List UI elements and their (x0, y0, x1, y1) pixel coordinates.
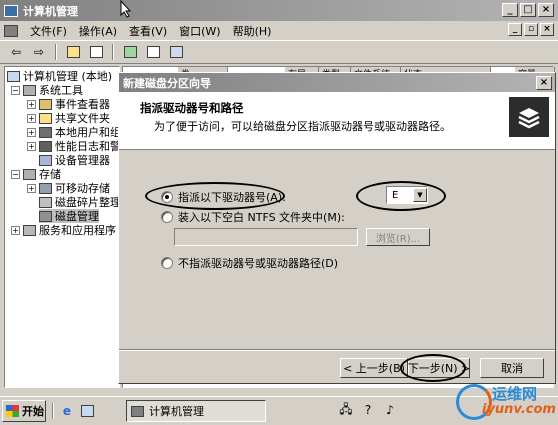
radio-indicator[interactable] (161, 191, 173, 203)
expand-toggle[interactable]: + (27, 127, 36, 137)
computer-icon (7, 70, 20, 82)
next-button[interactable]: 下一步(N) > (408, 358, 470, 378)
menu-view[interactable]: 查看(V) (123, 23, 173, 39)
menu-window[interactable]: 窗口(W) (173, 23, 226, 39)
device-manager-icon (39, 154, 52, 166)
start-label: 开始 (22, 405, 44, 418)
windows-flag-icon (6, 405, 19, 417)
drive-letter-value: E (392, 189, 399, 201)
internet-explorer-icon[interactable]: e (57, 402, 77, 420)
defrag-icon (39, 196, 52, 208)
shared-folder-icon (39, 112, 52, 124)
mmc-icon[interactable] (4, 24, 18, 37)
close-button[interactable]: × (538, 3, 554, 17)
menu-action[interactable]: 操作(A) (73, 23, 123, 39)
child-close-button[interactable]: × (540, 23, 554, 36)
start-button[interactable]: 开始 (2, 400, 46, 422)
toolbar-separator (112, 44, 114, 60)
storage-icon (23, 168, 36, 180)
computer-management-icon (131, 405, 144, 417)
back-arrow-icon[interactable]: ⇦ (6, 43, 26, 61)
help-icon[interactable] (166, 43, 186, 61)
removable-storage-icon (39, 182, 52, 194)
expand-toggle[interactable]: + (27, 99, 36, 109)
tree-storage[interactable]: − 存储 (11, 167, 61, 181)
chevron-down-icon[interactable]: ▼ (413, 188, 427, 202)
menu-bar: 文件(F) 操作(A) 查看(V) 窗口(W) 帮助(H) (0, 21, 558, 40)
menu-file[interactable]: 文件(F) (24, 23, 73, 39)
collapse-toggle[interactable]: − (11, 169, 20, 179)
mouse-cursor-icon (120, 0, 132, 18)
taskbar-item-label: 计算机管理 (149, 405, 204, 418)
expand-toggle[interactable]: + (27, 113, 36, 123)
mount-folder-label: 装入以下空白 NTFS 文件夹中(M): (178, 211, 345, 224)
radio-indicator[interactable] (161, 211, 173, 223)
window-title: 计算机管理 (23, 4, 78, 18)
users-icon (39, 126, 52, 138)
wizard-heading: 指派驱动器号和路径 (140, 101, 244, 115)
child-minimize-button[interactable]: _ (508, 23, 522, 36)
performance-icon (39, 140, 52, 152)
child-restore-button[interactable]: ▫ (524, 23, 538, 36)
cancel-button[interactable]: 取消 (480, 358, 544, 378)
refresh-icon[interactable] (120, 43, 140, 61)
expand-toggle[interactable]: + (27, 141, 36, 151)
tools-icon (23, 84, 36, 96)
toolbar: ⇦ ⇨ (0, 40, 558, 64)
network-tray-icon[interactable]: 🖧 (338, 402, 354, 418)
tree-services-apps[interactable]: + 服务和应用程序 (11, 223, 116, 237)
assign-letter-label: 指派以下驱动器号(A): (178, 191, 286, 204)
toolbar-separator (55, 44, 57, 60)
computer-management-icon (4, 4, 18, 17)
event-viewer-icon (39, 98, 52, 110)
forward-arrow-icon[interactable]: ⇨ (29, 43, 49, 61)
window-titlebar[interactable]: 计算机管理 _ □ × (0, 0, 558, 21)
taskbar: 开始 e 计算机管理 🖧 ? ♪ (0, 396, 558, 425)
wizard-title: 新建磁盘分区向导 (123, 76, 211, 90)
show-tree-icon[interactable] (86, 43, 106, 61)
disk-management-icon (39, 210, 52, 222)
back-button[interactable]: < 上一步(B) (340, 358, 408, 378)
taskbar-item-computer-management[interactable]: 计算机管理 (126, 400, 266, 422)
radio-no-assign[interactable]: 不指派驱动器号或驱动器路径(D) (161, 255, 338, 271)
drive-letter-dropdown[interactable]: E ▼ (386, 186, 428, 204)
minimize-button[interactable]: _ (502, 3, 518, 17)
tree-device-manager[interactable]: 设备管理器 (39, 153, 110, 167)
tree-removable-storage[interactable]: + 可移动存储 (27, 181, 110, 195)
wizard-subtitle: 为了便于访问，可以给磁盘分区指派驱动器号或驱动器路径。 (154, 120, 451, 133)
radio-assign-letter[interactable]: 指派以下驱动器号(A): (161, 189, 286, 205)
radio-indicator[interactable] (161, 257, 173, 269)
wizard-footer-divider (119, 349, 555, 351)
wizard-titlebar[interactable]: 新建磁盘分区向导 (119, 73, 555, 92)
menu-help[interactable]: 帮助(H) (227, 23, 278, 39)
tree-root[interactable]: 计算机管理 (本地) (7, 69, 112, 83)
help-tray-icon[interactable]: ? (360, 402, 376, 418)
tree-disk-management[interactable]: 磁盘管理 (39, 209, 99, 223)
expand-toggle[interactable]: + (11, 225, 20, 235)
taskbar-separator (52, 403, 54, 419)
tree-local-users[interactable]: + 本地用户和组 (27, 125, 119, 139)
show-desktop-icon[interactable] (77, 402, 97, 420)
console-tree[interactable]: 计算机管理 (本地) − 系统工具 + 事件查看器 + 共享文件夹 + 本地用户… (4, 66, 120, 388)
properties-icon[interactable] (143, 43, 163, 61)
maximize-button[interactable]: □ (520, 3, 536, 17)
folder-path-input[interactable] (174, 228, 358, 246)
wizard-close-button[interactable]: × (536, 76, 552, 90)
disk-stack-icon (509, 97, 549, 137)
tree-defrag[interactable]: 磁盘碎片整理 (39, 195, 119, 209)
no-assign-label: 不指派驱动器号或驱动器路径(D) (178, 257, 339, 270)
volume-tray-icon[interactable]: ♪ (382, 402, 398, 418)
collapse-toggle[interactable]: − (11, 85, 20, 95)
tree-shared-folders[interactable]: + 共享文件夹 (27, 111, 110, 125)
tree-event-viewer[interactable]: + 事件查看器 (27, 97, 110, 111)
up-folder-icon[interactable] (63, 43, 83, 61)
browse-button[interactable]: 浏览(R)... (366, 228, 430, 246)
expand-toggle[interactable]: + (27, 183, 36, 193)
services-icon (23, 224, 36, 236)
tree-system-tools[interactable]: − 系统工具 (11, 83, 83, 97)
wizard-header: 指派驱动器号和路径 为了便于访问，可以给磁盘分区指派驱动器号或驱动器路径。 (119, 92, 555, 150)
tree-perf-logs[interactable]: + 性能日志和警 (27, 139, 119, 153)
radio-mount-folder[interactable]: 装入以下空白 NTFS 文件夹中(M): (161, 209, 345, 225)
